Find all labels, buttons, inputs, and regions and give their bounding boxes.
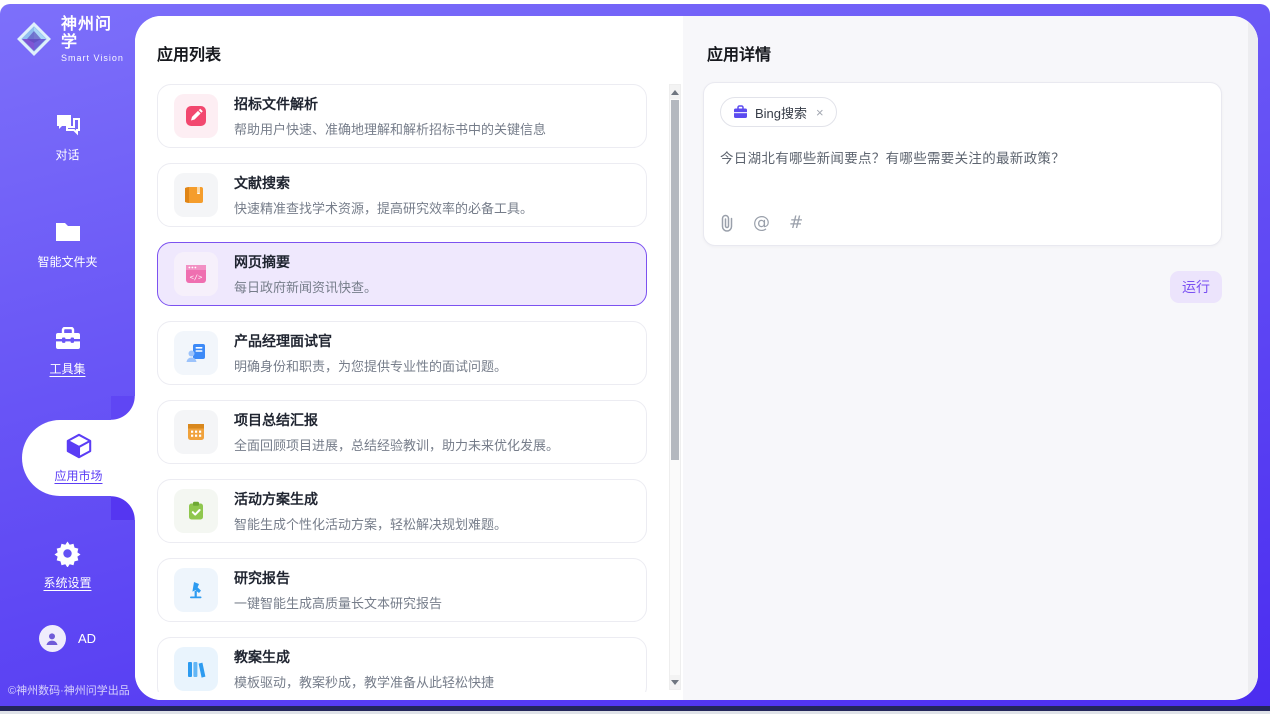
- web-summary-icon: </>: [174, 252, 218, 296]
- brand-logo: 神州问学 Smart Vision: [0, 4, 135, 63]
- app-card-event-plan[interactable]: 活动方案生成 智能生成个性化活动方案，轻松解决规划难题。: [157, 479, 647, 543]
- app-card-desc: 帮助用户快速、准确地理解和解析招标书中的关键信息: [234, 119, 546, 138]
- sidebar-item-label: 系统设置: [43, 574, 91, 591]
- app-card-bid-parse[interactable]: 招标文件解析 帮助用户快速、准确地理解和解析招标书中的关键信息: [157, 84, 647, 148]
- app-card-title: 产品经理面试官: [234, 331, 507, 351]
- app-card-title: 项目总结汇报: [234, 410, 559, 430]
- sidebar-item-smart-folder[interactable]: 智能文件夹: [0, 206, 135, 282]
- user-account[interactable]: AD: [0, 625, 135, 652]
- sidebar: 神州问学 Smart Vision 对话 智能文件夹 工具集: [0, 4, 135, 706]
- sidebar-nav: 对话 智能文件夹 工具集 应用市场 系统设置: [0, 99, 135, 634]
- brand-gem-icon: [14, 19, 54, 59]
- app-card-desc: 模板驱动，教案秒成，教学准备从此轻松快捷: [234, 672, 494, 691]
- app-card-lesson-plan[interactable]: 教案生成 模板驱动，教案秒成，教学准备从此轻松快捷: [157, 637, 647, 692]
- app-card-title: 招标文件解析: [234, 94, 546, 114]
- svg-text:</>: </>: [190, 274, 203, 282]
- app-card-title: 教案生成: [234, 647, 494, 667]
- app-card-title: 活动方案生成: [234, 489, 507, 509]
- paperclip-icon[interactable]: [720, 214, 734, 232]
- event-plan-icon: [174, 489, 218, 533]
- tool-chip-bing-search[interactable]: Bing搜索 ×: [720, 97, 837, 127]
- chat-icon: [54, 111, 82, 139]
- scrollbar-thumb[interactable]: [671, 100, 679, 460]
- app-detail-pane: 应用详情 Bing搜索 × 今日湖北有哪些新闻要点？有哪些需要关注的最新政策？ …: [683, 16, 1258, 700]
- app-list-pane: 应用列表 招标文件解析 帮助用户快速、准确地理解和解析招标书中的关键信息 文献搜…: [135, 16, 683, 700]
- toolbox-icon: [54, 325, 82, 353]
- sidebar-item-label: 智能文件夹: [37, 253, 97, 270]
- sidebar-item-toolset[interactable]: 工具集: [0, 313, 135, 389]
- app-card-desc: 一键智能生成高质量长文本研究报告: [234, 593, 442, 612]
- app-card-research-report[interactable]: 研究报告 一键智能生成高质量长文本研究报告: [157, 558, 647, 622]
- sidebar-item-label: 对话: [55, 146, 79, 163]
- brand-tagline: Smart Vision: [61, 53, 127, 63]
- sidebar-item-settings[interactable]: 系统设置: [0, 527, 135, 603]
- scrollbar-down-button[interactable]: [670, 675, 680, 689]
- prompt-toolbar: @ #: [720, 213, 803, 233]
- mention-icon[interactable]: @: [753, 213, 770, 233]
- app-card-title: 网页摘要: [234, 252, 377, 272]
- bid-document-icon: [174, 94, 218, 138]
- app-card-title: 文献搜索: [234, 173, 533, 193]
- app-card-desc: 智能生成个性化活动方案，轻松解决规划难题。: [234, 514, 507, 533]
- sidebar-item-app-market[interactable]: 应用市场: [22, 420, 135, 496]
- app-card-desc: 全面回顾项目进展，总结经验教训，助力未来优化发展。: [234, 435, 559, 454]
- sidebar-footer-credit: ©神州数码·神州问学出品: [8, 682, 130, 698]
- cube-icon: [65, 432, 93, 460]
- user-initials: AD: [78, 631, 96, 646]
- app-card-web-summary[interactable]: </> 网页摘要 每日政府新闻资讯快查。: [157, 242, 647, 306]
- prompt-card: Bing搜索 × 今日湖北有哪些新闻要点？有哪些需要关注的最新政策？ @ #: [703, 82, 1222, 246]
- scrollbar-up-button[interactable]: [670, 85, 680, 99]
- sidebar-item-label: 应用市场: [54, 467, 102, 484]
- scroll-up-icon: [671, 90, 679, 95]
- research-report-icon: [174, 568, 218, 612]
- tool-chip-label: Bing搜索: [755, 103, 807, 122]
- app-card-pm-interviewer[interactable]: 产品经理面试官 明确身份和职责，为您提供专业性的面试问题。: [157, 321, 647, 385]
- app-card-title: 研究报告: [234, 568, 442, 588]
- detail-pane-scrollbar-track[interactable]: [1248, 16, 1258, 700]
- app-card-literature-search[interactable]: 文献搜索 快速精准查找学术资源，提高研究效率的必备工具。: [157, 163, 647, 227]
- lesson-plan-icon: [174, 647, 218, 691]
- app-card-desc: 快速精准查找学术资源，提高研究效率的必备工具。: [234, 198, 533, 217]
- app-list-title: 应用列表: [157, 41, 221, 65]
- app-card-desc: 明确身份和职责，为您提供专业性的面试问题。: [234, 356, 507, 375]
- hash-icon[interactable]: #: [789, 213, 803, 233]
- app-list-scrollbar[interactable]: [669, 84, 681, 690]
- briefcase-icon: [733, 105, 748, 119]
- folder-icon: [54, 218, 82, 246]
- prompt-text[interactable]: 今日湖北有哪些新闻要点？有哪些需要关注的最新政策？: [720, 147, 1205, 167]
- user-avatar-icon: [39, 625, 66, 652]
- brand-name: 神州问学: [61, 16, 127, 53]
- literature-search-icon: [174, 173, 218, 217]
- gear-icon: [54, 539, 82, 567]
- main-content: 应用列表 招标文件解析 帮助用户快速、准确地理解和解析招标书中的关键信息 文献搜…: [135, 16, 1258, 700]
- pm-interviewer-icon: [174, 331, 218, 375]
- sidebar-item-label: 工具集: [49, 360, 85, 377]
- project-summary-icon: [174, 410, 218, 454]
- app-card-desc: 每日政府新闻资讯快查。: [234, 277, 377, 296]
- sidebar-item-chat[interactable]: 对话: [0, 99, 135, 175]
- close-icon[interactable]: ×: [814, 105, 826, 120]
- app-detail-title: 应用详情: [707, 41, 771, 65]
- app-card-list: 招标文件解析 帮助用户快速、准确地理解和解析招标书中的关键信息 文献搜索 快速精…: [157, 84, 647, 692]
- app-card-project-summary[interactable]: 项目总结汇报 全面回顾项目进展，总结经验教训，助力未来优化发展。: [157, 400, 647, 464]
- run-button[interactable]: 运行: [1170, 271, 1222, 303]
- scroll-down-icon: [671, 680, 679, 685]
